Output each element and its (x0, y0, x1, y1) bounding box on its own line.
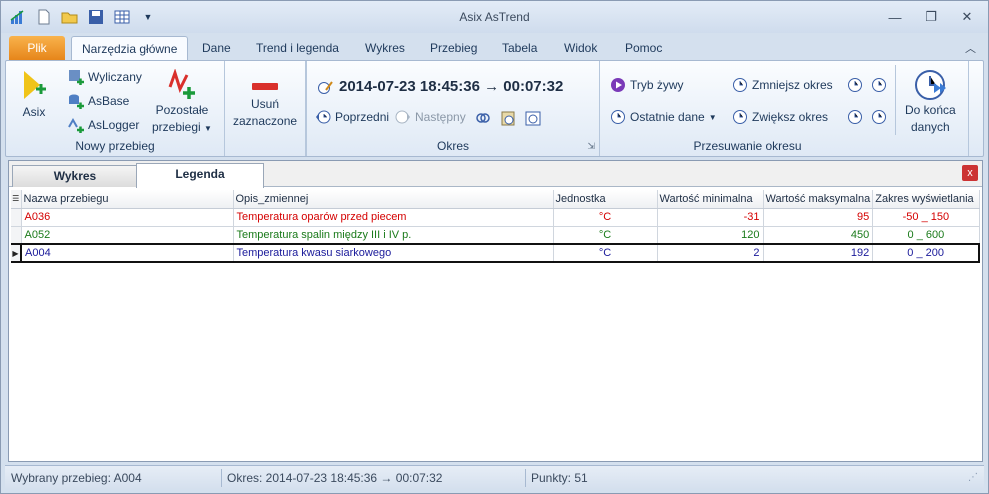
tab-legenda[interactable]: Legenda (136, 163, 264, 188)
end-of-data-clock-icon (915, 70, 947, 100)
calculated-button[interactable]: Wyliczany (68, 69, 142, 85)
tab-chart[interactable]: Wykres (355, 36, 415, 60)
restore-icon[interactable]: ❐ (920, 9, 942, 25)
asix-icon (24, 71, 46, 99)
last-data-button[interactable]: Ostatnie dane ▼ (610, 109, 717, 125)
clipboard-clock-icon[interactable] (500, 110, 516, 126)
dialog-launcher-icon[interactable]: ⇲ (587, 141, 595, 152)
separator (895, 65, 896, 135)
shift-forward-icon[interactable] (871, 109, 887, 125)
tab-wykres[interactable]: Wykres (12, 165, 138, 187)
resize-grip-icon[interactable]: ⋰ (968, 472, 978, 483)
status-bar: Wybrany przebieg: A004 Okres: 2014-07-23… (5, 465, 984, 489)
view-tabs: Wykres Legenda x (9, 161, 982, 188)
group-label-new-series: Nowy przebieg (75, 139, 155, 153)
edit-period-icon (318, 80, 333, 94)
shift-forward-far-icon[interactable] (871, 77, 887, 93)
column-header[interactable]: Nazwa przebiegu (21, 190, 234, 209)
status-points: Punkty: 51 (531, 471, 588, 485)
table-row-selected[interactable]: ▶ A004 Temperatura kwasu siarkowego °C 2… (11, 243, 981, 263)
aslogger-button[interactable]: AsLogger (68, 117, 139, 133)
app-window: ▼ Asix AsTrend — ❐ ✕ Plik Narzędzia głów… (0, 0, 989, 494)
table-header-row: ☰ Nazwa przebiegu Opis_zmiennej Jednostk… (11, 190, 980, 209)
tab-file[interactable]: Plik (9, 36, 65, 60)
status-selected-series: Wybrany przebieg: A004 (11, 471, 142, 485)
group-period: 2014-07-23 18:45:36 → 00:07:32 Poprzedni… (307, 61, 600, 156)
tab-help[interactable]: Pomoc (615, 36, 672, 60)
next-button[interactable]: Następny (395, 109, 466, 125)
content-panel: Wykres Legenda x ☰ Nazwa przebiegu Opis_… (8, 160, 983, 462)
increase-period-button[interactable]: Zwiększ okres (732, 109, 828, 125)
ribbon: Asix Wyliczany AsBase AsLogger Pozostałe… (5, 60, 984, 157)
column-chooser-icon[interactable]: ☰ (11, 190, 22, 209)
remove-selected-button[interactable]: Usuń zaznaczone (233, 77, 297, 129)
link-icon[interactable] (475, 110, 491, 126)
zoom-out-clock-icon (733, 78, 747, 92)
previous-clock-icon (316, 110, 331, 124)
next-clock-icon (395, 110, 410, 124)
asix-button[interactable]: Asix (20, 69, 48, 120)
group-remove: Usuń zaznaczone (224, 61, 307, 156)
column-header[interactable]: Wartość minimalna (657, 190, 764, 209)
column-header[interactable]: Wartość maksymalna (763, 190, 874, 209)
close-panel-icon[interactable]: x (962, 165, 978, 181)
chevron-down-icon: ▼ (708, 112, 717, 122)
table-row[interactable]: A052 Temperatura spalin między III i IV … (11, 226, 980, 245)
window-title: Asix AsTrend (459, 10, 530, 24)
last-data-clock-icon (611, 110, 625, 124)
asbase-button[interactable]: AsBase (68, 93, 129, 109)
to-end-of-data-button[interactable]: Do końca danych (905, 69, 956, 135)
logger-plus-icon (68, 117, 84, 133)
close-icon[interactable]: ✕ (956, 9, 978, 25)
column-header[interactable]: Jednostka (553, 190, 658, 209)
calendar-clock-icon[interactable] (525, 110, 541, 126)
tab-table[interactable]: Tabela (492, 36, 547, 60)
previous-button[interactable]: Poprzedni (315, 109, 389, 125)
table-row[interactable]: A036 Temperatura oparów przed piecem °C … (11, 208, 980, 227)
column-header[interactable]: Opis_zmiennej (233, 190, 554, 209)
minimize-icon[interactable]: — (884, 9, 906, 25)
shift-back-icon[interactable] (847, 109, 863, 125)
database-plus-icon (69, 94, 84, 109)
decrease-period-button[interactable]: Zmniejsz okres (732, 77, 833, 93)
column-header[interactable]: Zakres wyświetlania (872, 190, 980, 209)
status-period: Okres: 2014-07-23 18:45:36 → 00:07:32 (227, 471, 443, 485)
ribbon-tabs: Plik Narzędzia główne Dane Trend i legen… (1, 34, 988, 60)
calculator-plus-icon (69, 70, 84, 85)
legend-table: ☰ Nazwa przebiegu Opis_zmiennej Jednostk… (11, 190, 981, 263)
tab-series[interactable]: Przebieg (420, 36, 487, 60)
live-mode-button[interactable]: Tryb żywy (610, 77, 684, 93)
shift-back-far-icon[interactable] (847, 77, 863, 93)
tab-trend-legend[interactable]: Trend i legenda (246, 36, 349, 60)
other-series-button[interactable]: Pozostałe przebiegi ▼ (152, 69, 212, 136)
zoom-in-clock-icon (733, 110, 747, 124)
play-icon (611, 78, 625, 92)
chevron-down-icon: ▼ (204, 124, 212, 133)
tab-data[interactable]: Dane (192, 36, 241, 60)
group-label-shift-period: Przesuwanie okresu (693, 139, 802, 153)
trend-plus-icon (168, 69, 195, 99)
group-label-period: Okres (436, 139, 469, 153)
tab-home[interactable]: Narzędzia główne (71, 36, 189, 60)
period-range[interactable]: 2014-07-23 18:45:36 → 00:07:32 (317, 78, 563, 95)
remove-icon (252, 83, 279, 90)
title-bar: ▼ Asix AsTrend — ❐ ✕ (1, 1, 988, 33)
current-row-icon: ▶ (11, 243, 22, 263)
collapse-ribbon-icon[interactable]: ︿ (965, 40, 976, 56)
group-shift-period: Tryb żywy Ostatnie dane ▼ Zmniejsz okres … (600, 61, 969, 156)
tab-view[interactable]: Widok (554, 36, 607, 60)
